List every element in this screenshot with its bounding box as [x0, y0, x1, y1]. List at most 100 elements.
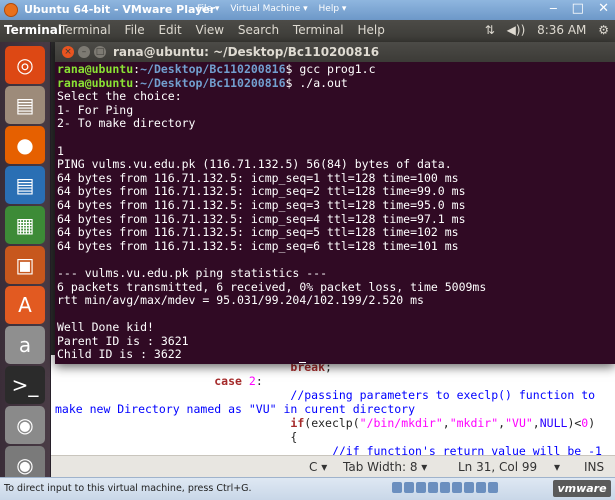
close-button[interactable]: ✕	[598, 1, 609, 16]
launcher-glyph: ▤	[15, 93, 35, 117]
unity-launcher: ◎ ▤ ● ▤ ▦ ▣ Aa >_ ◉ ◉	[0, 42, 51, 484]
terminal-line: 2- To make directory	[57, 116, 196, 131]
launcher-libreoffice-writer-icon[interactable]: ▤	[5, 166, 45, 204]
launcher-software-center-icon[interactable]: A	[5, 286, 45, 324]
cd-icon[interactable]	[404, 482, 414, 493]
launcher-glyph: ◉	[16, 453, 34, 477]
close-icon[interactable]: ×	[62, 46, 74, 58]
insert-mode: INS	[584, 460, 605, 474]
prompt-path: ~/Desktop/Bc110200816	[140, 75, 286, 90]
terminal-line: 1- For Ping	[57, 102, 134, 117]
launcher-firefox-icon[interactable]: ●	[5, 126, 45, 164]
code-line: case 2:	[214, 374, 263, 388]
vmware-logo-icon	[4, 3, 18, 17]
printer-icon[interactable]	[452, 482, 462, 493]
mode-dropdown-icon[interactable]: ▾	[554, 460, 560, 474]
prompt-user: rana@ubuntu	[57, 63, 134, 76]
terminal-line: 64 bytes from 116.71.132.5: icmp_seq=6 t…	[57, 238, 459, 253]
active-app-name: Terminal	[4, 23, 63, 37]
vmware-menu-file[interactable]: File ▾	[197, 4, 219, 14]
floppy-icon[interactable]	[416, 482, 426, 493]
gedit-editor-area[interactable]: break; case 2: //passing parameters to e…	[51, 355, 615, 455]
prompt-command: $ ./a.out	[285, 75, 348, 90]
code-line: if(execlp("/bin/mkdir","mkdir","VU",NULL…	[290, 416, 596, 430]
clock[interactable]: 8:36 AM	[537, 23, 586, 37]
settings-gear-icon[interactable]: ⚙	[598, 23, 609, 37]
text-cursor	[299, 362, 307, 363]
launcher-glyph: A	[18, 293, 32, 317]
vmware-statusbar: To direct input to this virtual machine,…	[0, 477, 615, 500]
launcher-glyph: >_	[11, 373, 39, 397]
menu-edit[interactable]: Edit	[158, 23, 181, 37]
message-icon[interactable]	[488, 482, 498, 493]
tab-width-selector[interactable]: Tab Width: 8 ▾	[343, 460, 427, 474]
terminal-line: rtt min/avg/max/mdev = 95.031/99.204/102…	[57, 293, 424, 308]
device-icons[interactable]	[392, 482, 500, 496]
terminal-line: Parent ID is : 3621	[57, 333, 189, 348]
ubuntu-top-panel: Terminal Terminal File Edit View Search …	[0, 20, 615, 42]
vmware-menu-help[interactable]: Help ▾	[319, 4, 347, 14]
terminal-line: 1	[57, 143, 64, 158]
launcher-dash-home-icon[interactable]: ◎	[5, 46, 45, 84]
app-menu-bar: Terminal File Edit View Search Terminal …	[60, 23, 395, 37]
prompt-command: $ gcc prog1.c	[285, 63, 376, 76]
terminal-line: Well Done kid!	[57, 320, 154, 335]
code-view[interactable]: break; case 2: //passing parameters to e…	[55, 360, 602, 455]
terminal-titlebar: × – □ rana@ubuntu: ~/Desktop/Bc110200816	[55, 42, 615, 62]
vmware-menu-virtual-machine[interactable]: Virtual Machine ▾	[230, 4, 307, 14]
cursor-position: Ln 31, Col 99	[458, 460, 538, 474]
vmware-window-title: Ubuntu 64-bit - VMware Player	[24, 3, 216, 16]
maximize-button[interactable]: □	[572, 1, 584, 16]
usb-icon[interactable]	[440, 482, 450, 493]
launcher-glyph: ◉	[16, 413, 34, 437]
prompt-user: rana@ubuntu	[57, 361, 133, 363]
launcher-libreoffice-impress-icon[interactable]: ▣	[5, 246, 45, 284]
maximize-icon[interactable]: □	[94, 46, 106, 58]
gedit-statusbar: C ▾ Tab Width: 8 ▾ Ln 31, Col 99 ▾ INS	[51, 455, 615, 478]
prompt-path: ~/Desktop/Bc110200816	[140, 361, 285, 363]
sound-icon[interactable]: ◀))	[507, 23, 526, 37]
sound-card-icon[interactable]	[464, 482, 474, 493]
terminal-title: rana@ubuntu: ~/Desktop/Bc110200816	[113, 45, 380, 59]
minimize-icon[interactable]: –	[78, 46, 90, 58]
display-icon[interactable]	[476, 482, 486, 493]
menu-terminal-2[interactable]: Terminal	[293, 23, 344, 37]
launcher-files-icon[interactable]: ▤	[5, 86, 45, 124]
prompt-command: $	[286, 361, 300, 363]
indicator-area: ⇅ ◀)) 8:36 AM ⚙	[477, 23, 609, 37]
terminal-line: rana@ubuntu:~/Desktop/Bc110200816$	[57, 361, 603, 363]
terminal-scrollbar[interactable]	[605, 63, 615, 364]
terminal-line: 6 packets transmitted, 6 received, 0% pa…	[57, 279, 487, 294]
launcher-amazon-icon[interactable]: a	[5, 326, 45, 364]
launcher-glyph: ▤	[15, 173, 35, 197]
input-hint: To direct input to this virtual machine,…	[4, 483, 252, 494]
prompt-path: ~/Desktop/Bc110200816	[140, 63, 286, 76]
terminal-window: × – □ rana@ubuntu: ~/Desktop/Bc110200816…	[55, 42, 615, 364]
network-icon[interactable]: ⇅	[485, 23, 495, 37]
terminal-line: 64 bytes from 116.71.132.5: icmp_seq=1 t…	[57, 170, 459, 185]
launcher-glyph: a	[18, 333, 32, 357]
code-line: {	[55, 430, 298, 444]
terminal-output[interactable]: rana@ubuntu:~/Desktop/Bc110200816$ gcc p…	[57, 63, 603, 363]
minimize-button[interactable]: ‒	[549, 1, 557, 16]
launcher-libreoffice-calc-icon[interactable]: ▦	[5, 206, 45, 244]
launcher-dvd-icon[interactable]: ◉	[5, 406, 45, 444]
terminal-line: Select the choice:	[57, 89, 182, 104]
language-selector[interactable]: C ▾	[309, 460, 327, 474]
network-adapter-icon[interactable]	[428, 482, 438, 493]
vmware-brand-logo: vmware	[553, 480, 611, 497]
menu-terminal[interactable]: Terminal	[60, 23, 111, 37]
hdd-icon[interactable]	[392, 482, 402, 493]
launcher-glyph: ▦	[15, 213, 35, 237]
menu-search[interactable]: Search	[238, 23, 279, 37]
menu-view[interactable]: View	[196, 23, 224, 37]
menu-help[interactable]: Help	[357, 23, 384, 37]
menu-file[interactable]: File	[125, 23, 145, 37]
terminal-line: 64 bytes from 116.71.132.5: icmp_seq=4 t…	[57, 211, 466, 226]
terminal-line: 64 bytes from 116.71.132.5: icmp_seq=3 t…	[57, 197, 466, 212]
launcher-glyph: ▣	[15, 253, 35, 277]
code-line: //passing parameters to execlp() functio…	[290, 388, 596, 402]
launcher-terminal-icon[interactable]: >_	[5, 366, 45, 404]
